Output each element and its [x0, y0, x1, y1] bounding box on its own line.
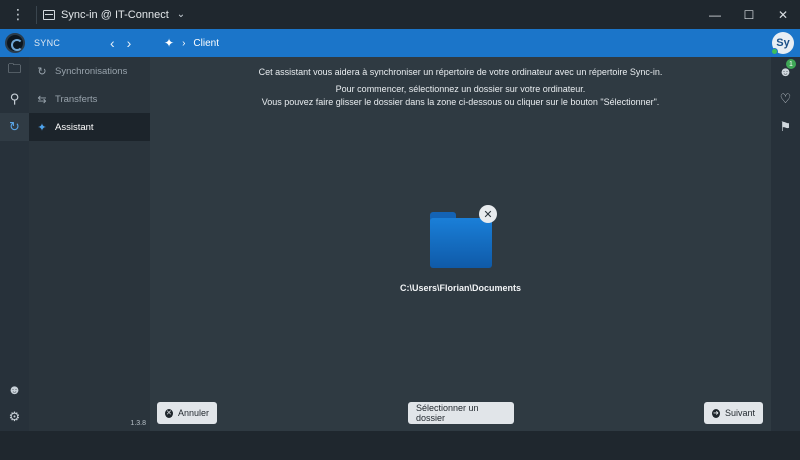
- bell-icon[interactable]: ♡: [771, 85, 800, 113]
- notification-badge: 1: [786, 59, 796, 69]
- more-vertical-icon[interactable]: ⋮: [0, 0, 36, 29]
- next-button-label: Suivant: [724, 408, 755, 418]
- cancel-button[interactable]: ✕ Annuler: [157, 402, 217, 424]
- folder-icon[interactable]: 🗀: [0, 57, 29, 85]
- select-folder-button[interactable]: Sélectionner un dossier: [408, 402, 514, 424]
- main-content: Cet assistant vous aidera à synchroniser…: [150, 57, 771, 431]
- transfer-icon: ⇆: [37, 93, 47, 106]
- sidebar-item-synchronisations[interactable]: ↻ Synchronisations: [29, 57, 150, 85]
- cancel-icon: ✕: [165, 408, 173, 418]
- selected-folder-path: C:\Users\Florian\Documents: [399, 283, 522, 293]
- left-icon-rail: 🗀 ⚲ ↻ ☻ ⚙: [0, 57, 29, 431]
- avatar[interactable]: Sy: [771, 32, 794, 55]
- app-header: SYNC ‹ › ✦ › Client Sy: [0, 29, 800, 57]
- intro-line-1: Cet assistant vous aidera à synchroniser…: [258, 67, 663, 77]
- maximize-button[interactable]: ☐: [732, 0, 766, 29]
- back-arrow-icon[interactable]: ‹: [110, 35, 115, 51]
- right-icon-rail: ☻ 1 ♡ ⚑: [771, 57, 800, 431]
- intro-line-2: Pour commencer, sélectionnez un dossier …: [335, 84, 586, 94]
- sidebar-item-transferts[interactable]: ⇆ Transferts: [29, 85, 150, 113]
- gear-icon[interactable]: ⚙: [0, 403, 29, 431]
- arrow-right-icon: ➜: [712, 408, 720, 418]
- cancel-button-label: Annuler: [177, 408, 209, 418]
- online-status-dot: [771, 48, 778, 55]
- sync-icon[interactable]: ↻: [0, 113, 29, 141]
- comment-icon[interactable]: ⚑: [771, 113, 800, 141]
- sidebar-item-assistant[interactable]: ✦ Assistant: [29, 113, 150, 141]
- window-title: Sync-in @ IT-Connect: [61, 8, 169, 21]
- remove-folder-button[interactable]: ✕: [479, 205, 497, 223]
- server-icon: [43, 9, 55, 20]
- forward-arrow-icon[interactable]: ›: [127, 35, 132, 51]
- sidebar: ↻ Synchronisations ⇆ Transferts ✦ Assist…: [29, 57, 150, 431]
- server-selector[interactable]: Sync-in @ IT-Connect ⌄: [37, 9, 185, 21]
- sidebar-item-label: Transferts: [55, 93, 98, 105]
- status-bar: [0, 431, 800, 460]
- wand-icon: ✦: [164, 36, 175, 50]
- breadcrumb-client[interactable]: Client: [193, 38, 219, 49]
- intro-text: Cet assistant vous aidera à synchroniser…: [150, 66, 771, 109]
- breadcrumb-separator-icon: ›: [182, 37, 186, 49]
- search-icon[interactable]: ⚲: [0, 85, 29, 113]
- sidebar-item-label: Synchronisations: [55, 65, 128, 77]
- breadcrumb: ✦ › Client: [164, 36, 219, 50]
- title-bar: ⋮ Sync-in @ IT-Connect ⌄ — ☐ ✕: [0, 0, 800, 29]
- chevron-down-icon: ⌄: [176, 9, 186, 20]
- wand-icon: ✦: [37, 121, 47, 134]
- sync-icon: ↻: [37, 65, 47, 78]
- user-icon[interactable]: ☻ 1: [771, 57, 800, 85]
- close-button[interactable]: ✕: [766, 0, 800, 29]
- user-icon[interactable]: ☻: [0, 375, 29, 403]
- sidebar-item-label: Assistant: [55, 121, 94, 133]
- select-folder-button-label: Sélectionner un dossier: [416, 403, 479, 423]
- app-version: 1.3.8: [130, 420, 146, 427]
- app-logo[interactable]: [0, 29, 30, 57]
- section-label: SYNC: [34, 38, 61, 48]
- minimize-button[interactable]: —: [698, 0, 732, 29]
- intro-line-3: Vous pouvez faire glisser le dossier dan…: [261, 97, 660, 107]
- next-button[interactable]: ➜ Suivant: [704, 402, 763, 424]
- avatar-initials: Sy: [776, 37, 790, 49]
